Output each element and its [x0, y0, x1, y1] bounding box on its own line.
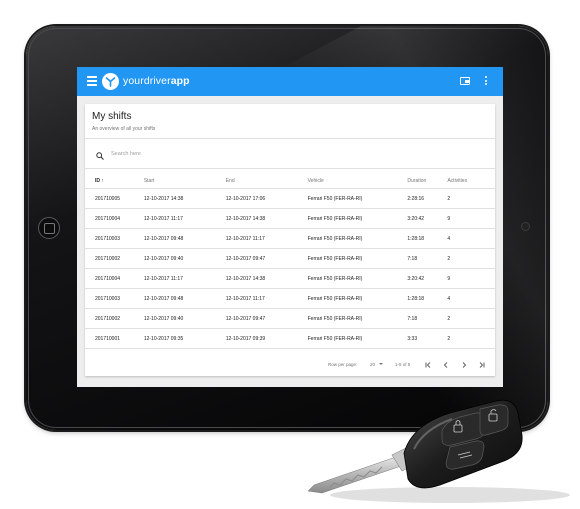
table-row[interactable]: 201710003 12-10-2017 09:48 12-10-2017 11…: [85, 288, 495, 309]
cell-end: 12-10-2017 11:17: [225, 288, 308, 309]
cell-end: 12-10-2017 09:39: [225, 328, 308, 349]
cell-vehicle: Ferrari F50 (FER-RA-RI): [307, 308, 408, 329]
divider: [85, 168, 495, 169]
cell-vehicle: Ferrari F50 (FER-RA-RI): [307, 288, 408, 309]
car-key-image: [307, 399, 570, 503]
cell-end: 12-10-2017 11:17: [225, 228, 308, 249]
cell-end: 12-10-2017 14:38: [225, 268, 308, 289]
column-header-id[interactable]: ID ↑: [85, 174, 144, 189]
cell-activities: 4: [447, 228, 495, 249]
cell-start: 12-10-2017 09:35: [143, 328, 226, 349]
cell-activities: 2: [447, 248, 495, 269]
table-row[interactable]: 201710004 12-10-2017 11:17 12-10-2017 14…: [85, 208, 495, 229]
table-row[interactable]: 201710001 12-10-2017 09:35 12-10-2017 09…: [85, 328, 495, 349]
shifts-table: ID ↑ Start End Vehicle Duration Activiti…: [85, 174, 495, 349]
cell-duration: 3:33: [407, 328, 448, 349]
table-header-row: ID ↑ Start End Vehicle Duration Activiti…: [85, 174, 495, 189]
pagination-range: 1-5 of 5: [395, 362, 411, 367]
cell-end: 12-10-2017 17:06: [225, 188, 308, 209]
chevron-right-icon[interactable]: [459, 360, 469, 370]
cell-start: 12-10-2017 14:38: [143, 188, 226, 209]
column-header-duration[interactable]: Duration: [407, 174, 448, 189]
shifts-card: My shifts An overview of all your shifts…: [85, 104, 495, 376]
brand-regular: yourdriver: [123, 75, 171, 87]
page-title: My shifts: [92, 111, 132, 122]
cell-start: 12-10-2017 11:17: [143, 268, 226, 289]
cell-end: 12-10-2017 09:47: [225, 248, 308, 269]
cell-id: 201710004: [85, 208, 144, 229]
page-subtitle: An overview of all your shifts: [92, 126, 156, 132]
column-header-end[interactable]: End: [225, 174, 308, 189]
cell-activities: 2: [447, 308, 495, 329]
arrow-up-icon: ↑: [101, 178, 104, 184]
camera: [521, 222, 530, 231]
last-page-icon[interactable]: [477, 360, 487, 370]
cell-start: 12-10-2017 09:48: [143, 228, 226, 249]
brand-bold: app: [170, 75, 190, 87]
cell-id: 201710004: [85, 268, 144, 289]
more-vert-icon[interactable]: [485, 76, 488, 87]
rows-per-page-label: Row per page:: [328, 362, 358, 367]
column-header-activities[interactable]: Activities: [447, 174, 495, 189]
cell-duration: 7:18: [407, 308, 448, 329]
chevron-left-icon[interactable]: [441, 360, 451, 370]
cell-activities: 2: [447, 328, 495, 349]
cell-duration: 3:20:42: [407, 268, 448, 289]
column-header-vehicle[interactable]: Vehicle: [307, 174, 408, 189]
cell-vehicle: Ferrari F50 (FER-RA-RI): [307, 208, 408, 229]
cell-start: 12-10-2017 11:17: [143, 208, 226, 229]
cell-activities: 4: [447, 288, 495, 309]
cell-vehicle: Ferrari F50 (FER-RA-RI): [307, 328, 408, 349]
home-button[interactable]: [38, 217, 60, 239]
cell-vehicle: Ferrari F50 (FER-RA-RI): [307, 268, 408, 289]
cell-id: 201710002: [85, 248, 144, 269]
cell-start: 12-10-2017 09:40: [143, 308, 226, 329]
cell-start: 12-10-2017 09:48: [143, 288, 226, 309]
cell-vehicle: Ferrari F50 (FER-RA-RI): [307, 248, 408, 269]
cell-duration: 1:28:18: [407, 228, 448, 249]
divider: [85, 138, 495, 139]
cell-id: 201710003: [85, 288, 144, 309]
cell-id: 201710003: [85, 228, 144, 249]
cell-activities: 2: [447, 188, 495, 209]
app-bar: yourdriverapp: [77, 67, 503, 96]
cell-activities: 9: [447, 268, 495, 289]
cell-id: 201710005: [85, 188, 144, 209]
menu-icon[interactable]: [87, 76, 97, 86]
cell-end: 12-10-2017 14:38: [225, 208, 308, 229]
search-input[interactable]: [111, 148, 311, 160]
app-brand: yourdriverapp: [123, 75, 190, 87]
cell-duration: 3:20:42: [407, 208, 448, 229]
tablet-screen: yourdriverapp My shifts An overview of a…: [77, 67, 503, 387]
table-row[interactable]: 201710002 12-10-2017 09:40 12-10-2017 09…: [85, 308, 495, 329]
cell-duration: 1:28:18: [407, 288, 448, 309]
cell-vehicle: Ferrari F50 (FER-RA-RI): [307, 228, 408, 249]
table-row[interactable]: 201710003 12-10-2017 09:48 12-10-2017 11…: [85, 228, 495, 249]
table-row[interactable]: 201710002 12-10-2017 09:40 12-10-2017 09…: [85, 248, 495, 269]
cell-vehicle: Ferrari F50 (FER-RA-RI): [307, 188, 408, 209]
rows-per-page-select[interactable]: 20: [370, 362, 375, 367]
first-page-icon[interactable]: [423, 360, 433, 370]
cell-activities: 9: [447, 208, 495, 229]
table-pagination: Row per page: 20 1-5 of 5: [85, 356, 495, 372]
cell-duration: 7:18: [407, 248, 448, 269]
cell-id: 201710001: [85, 328, 144, 349]
column-header-start[interactable]: Start: [143, 174, 226, 189]
logo-icon: [102, 73, 119, 90]
cell-duration: 2:28:16: [407, 188, 448, 209]
wallet-icon[interactable]: [460, 77, 470, 85]
cell-end: 12-10-2017 09:47: [225, 308, 308, 329]
table-row[interactable]: 201710005 12-10-2017 14:38 12-10-2017 17…: [85, 188, 495, 209]
cell-start: 12-10-2017 09:40: [143, 248, 226, 269]
cell-id: 201710002: [85, 308, 144, 329]
caret-down-icon[interactable]: [379, 363, 383, 365]
table-row[interactable]: 201710004 12-10-2017 11:17 12-10-2017 14…: [85, 268, 495, 289]
search-icon: [96, 152, 104, 160]
